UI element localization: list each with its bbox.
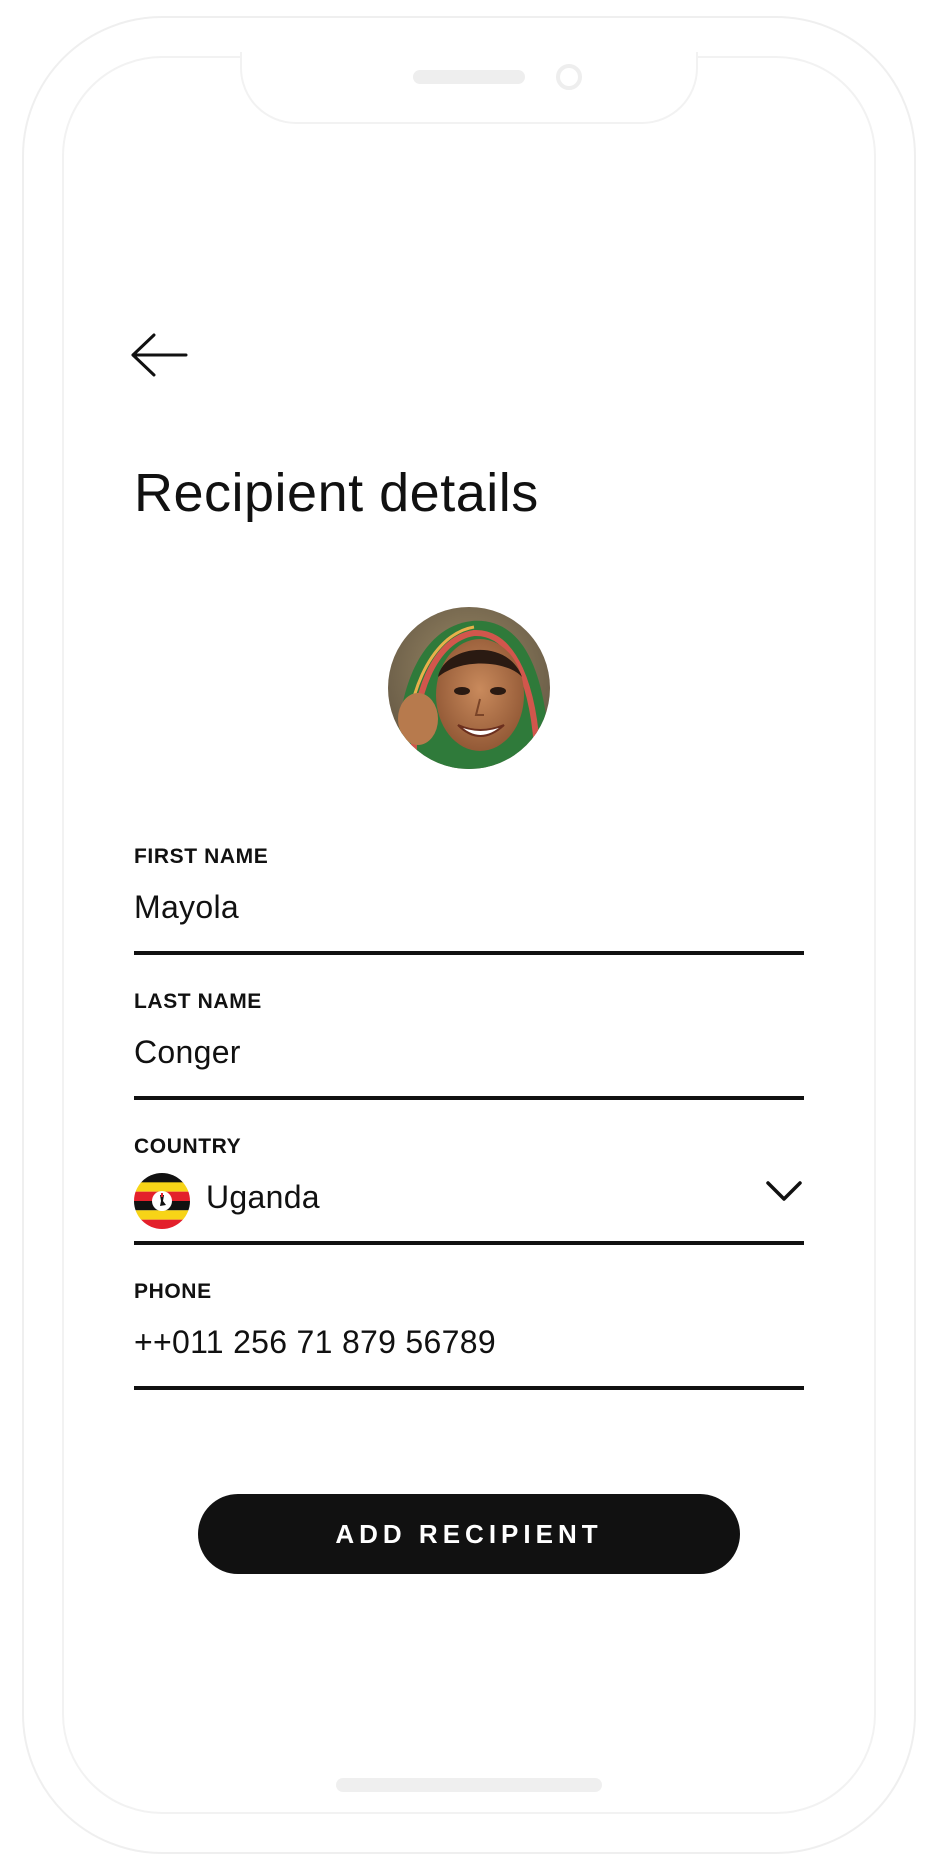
phone-notch [240,52,698,124]
country-field[interactable]: COUNTRY Uganda [134,1135,804,1245]
first-name-field[interactable]: FIRST NAME Mayola [134,845,804,955]
first-name-label: FIRST NAME [134,845,269,868]
add-recipient-button[interactable]: ADD RECIPIENT [198,1494,740,1574]
last-name-field[interactable]: LAST NAME Conger [134,990,804,1100]
front-camera [556,64,582,90]
home-indicator[interactable] [336,1778,602,1792]
country-select[interactable]: Uganda [134,1169,804,1231]
phone-label: PHONE [134,1280,212,1303]
country-label: COUNTRY [134,1135,242,1158]
chevron-down-icon[interactable] [764,1177,804,1207]
last-name-input[interactable]: Conger [134,1034,241,1071]
uganda-flag-icon [134,1173,190,1229]
page-title: Recipient details [134,463,539,523]
phone-field[interactable]: PHONE ++011 256 71 879 56789 [134,1280,804,1390]
first-name-input[interactable]: Mayola [134,889,239,926]
arrow-left-icon [131,333,188,377]
country-value: Uganda [206,1179,320,1215]
back-button[interactable] [130,330,192,380]
phone-input[interactable]: ++011 256 71 879 56789 [134,1324,496,1361]
last-name-label: LAST NAME [134,990,262,1013]
speaker-grille [413,70,525,84]
avatar-photo [388,607,550,769]
recipient-avatar[interactable] [388,607,550,769]
